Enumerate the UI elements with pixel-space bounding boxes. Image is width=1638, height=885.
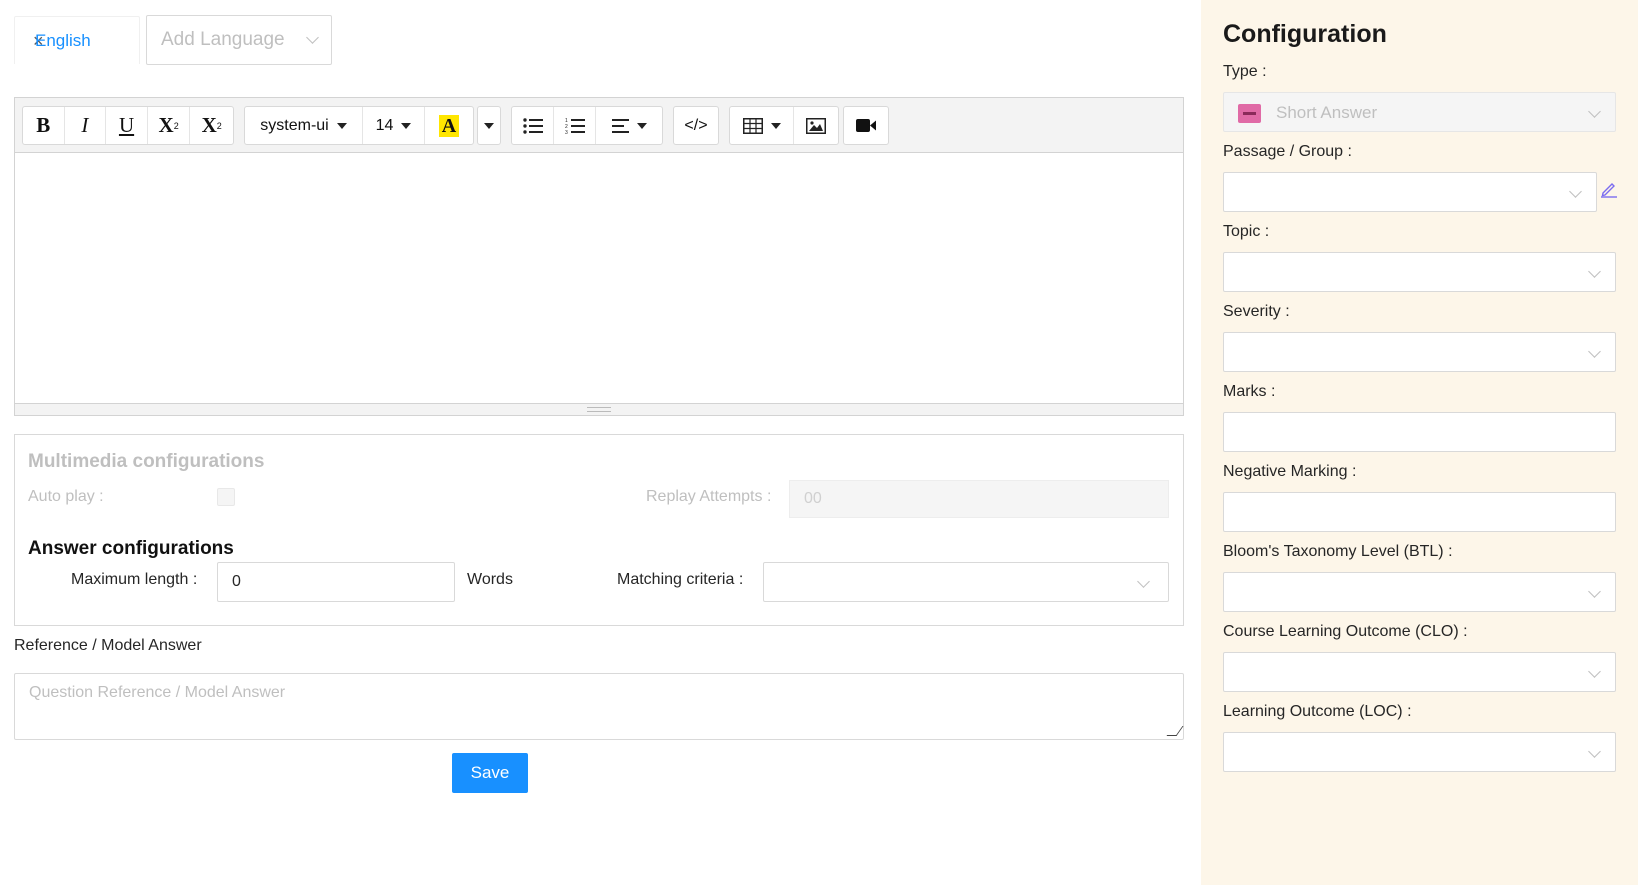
- underline-icon[interactable]: U: [106, 107, 148, 144]
- answer-config-title: Answer configurations: [28, 538, 234, 559]
- type-select[interactable]: Short Answer: [1223, 92, 1616, 132]
- subscript-button[interactable]: X2: [190, 107, 233, 144]
- chevron-down-icon: [1588, 665, 1601, 678]
- caret-down-icon: [484, 122, 494, 129]
- editor-toolbar: B I U X2 X2 system-ui 14 A 1 2 3 </>: [15, 98, 1183, 153]
- configuration-panel: Configuration Type : Short Answer Passag…: [1201, 0, 1638, 885]
- marks-label: Marks :: [1223, 383, 1276, 400]
- loc-select[interactable]: [1223, 732, 1616, 772]
- chevron-down-icon: [1137, 575, 1150, 588]
- clo-select[interactable]: [1223, 652, 1616, 692]
- marks-input[interactable]: [1223, 412, 1616, 452]
- language-tab-english[interactable]: English ×: [14, 16, 140, 64]
- btl-select[interactable]: [1223, 572, 1616, 612]
- italic-icon[interactable]: I: [65, 107, 107, 144]
- chevron-down-icon: [306, 31, 319, 44]
- replay-attempts-label: Replay Attempts :: [646, 488, 772, 505]
- configurations-box: Multimedia configurations Auto play : Re…: [14, 434, 1184, 626]
- words-label: Words: [467, 571, 513, 588]
- video-icon[interactable]: [844, 107, 888, 144]
- reference-answer-label: Reference / Model Answer: [14, 637, 202, 654]
- reference-answer-placeholder: Question Reference / Model Answer: [29, 684, 286, 701]
- loc-label: Learning Outcome (LOC) :: [1223, 703, 1412, 720]
- subscript-icon: X: [201, 113, 217, 137]
- font-family-value: system-ui: [260, 116, 329, 134]
- font-size-value: 14: [375, 116, 394, 134]
- caret-down-icon: [770, 122, 781, 129]
- negative-marking-input[interactable]: [1223, 492, 1616, 532]
- superscript-icon: X: [158, 113, 174, 137]
- type-label: Type :: [1223, 63, 1267, 80]
- language-tab-label: English: [35, 30, 91, 50]
- chevron-down-icon: [1588, 345, 1601, 358]
- matching-criteria-label: Matching criteria :: [617, 571, 744, 588]
- highlight-button[interactable]: A: [425, 107, 473, 144]
- auto-play-label: Auto play :: [28, 488, 104, 505]
- chevron-down-icon: [1588, 105, 1601, 118]
- code-view-icon[interactable]: </>: [674, 107, 718, 144]
- font-size-select[interactable]: 14: [363, 107, 425, 144]
- edit-icon[interactable]: [1600, 180, 1618, 198]
- chevron-down-icon: [1588, 585, 1601, 598]
- max-length-input[interactable]: 0: [217, 562, 455, 602]
- passage-group-label: Passage / Group :: [1223, 143, 1352, 160]
- replay-attempts-input[interactable]: 00: [789, 480, 1169, 518]
- image-icon[interactable]: [794, 107, 838, 144]
- svg-text:3: 3: [565, 130, 568, 134]
- rich-text-editor: B I U X2 X2 system-ui 14 A 1 2 3 </>: [14, 97, 1184, 416]
- list-group: 123: [511, 106, 663, 145]
- negative-marking-label: Negative Marking :: [1223, 463, 1357, 480]
- short-answer-icon: [1238, 104, 1261, 123]
- replay-attempts-value: 00: [804, 490, 822, 507]
- chevron-down-icon: [1569, 185, 1582, 198]
- configuration-title: Configuration: [1223, 20, 1387, 48]
- editor-resize-handle[interactable]: [15, 403, 1183, 415]
- resize-grip-icon: [587, 407, 611, 412]
- btl-label: Bloom's Taxonomy Level (BTL) :: [1223, 543, 1453, 560]
- resize-handle-icon[interactable]: [1166, 726, 1184, 736]
- multimedia-title: Multimedia configurations: [28, 451, 265, 472]
- type-value: Short Answer: [1276, 103, 1378, 122]
- color-dropdown[interactable]: [477, 106, 501, 145]
- caret-down-icon: [636, 122, 647, 129]
- topic-select[interactable]: [1223, 252, 1616, 292]
- superscript-button[interactable]: X2: [148, 107, 191, 144]
- clo-label: Course Learning Outcome (CLO) :: [1223, 623, 1468, 640]
- table-icon: [742, 117, 763, 134]
- matching-criteria-select[interactable]: [763, 562, 1169, 602]
- video-group: [843, 106, 889, 145]
- font-group: system-ui 14 A: [244, 106, 474, 145]
- caret-down-icon: [336, 122, 347, 129]
- max-length-value: 0: [232, 573, 241, 590]
- caret-down-icon: [401, 122, 412, 129]
- topic-label: Topic :: [1223, 223, 1270, 240]
- font-family-select[interactable]: system-ui: [245, 107, 363, 144]
- severity-select[interactable]: [1223, 332, 1616, 372]
- align-button[interactable]: [596, 107, 662, 144]
- bullet-list-icon[interactable]: [512, 107, 554, 144]
- max-length-label: Maximum length :: [71, 571, 198, 588]
- align-icon: [611, 118, 629, 133]
- reference-answer-textarea[interactable]: Question Reference / Model Answer: [14, 673, 1184, 740]
- format-group: B I U X2 X2: [22, 106, 234, 145]
- passage-group-select[interactable]: [1223, 172, 1597, 212]
- chevron-down-icon: [1588, 745, 1601, 758]
- chevron-down-icon: [1588, 265, 1601, 278]
- numbered-list-icon[interactable]: 123: [554, 107, 596, 144]
- severity-label: Severity :: [1223, 303, 1290, 320]
- main-panel: English × Add Language B I U X2 X2 syste…: [0, 0, 1200, 885]
- auto-play-checkbox[interactable]: [217, 488, 235, 506]
- add-language-select[interactable]: Add Language: [146, 15, 332, 65]
- insert-group: [729, 106, 839, 145]
- code-group: </>: [673, 106, 719, 145]
- bold-icon[interactable]: B: [23, 107, 65, 144]
- save-button[interactable]: Save: [452, 753, 528, 793]
- add-language-placeholder: Add Language: [161, 29, 285, 50]
- editor-content-area[interactable]: [15, 153, 1183, 405]
- text-color-icon: A: [438, 114, 460, 137]
- color-caret: [478, 107, 500, 144]
- table-button[interactable]: [730, 107, 794, 144]
